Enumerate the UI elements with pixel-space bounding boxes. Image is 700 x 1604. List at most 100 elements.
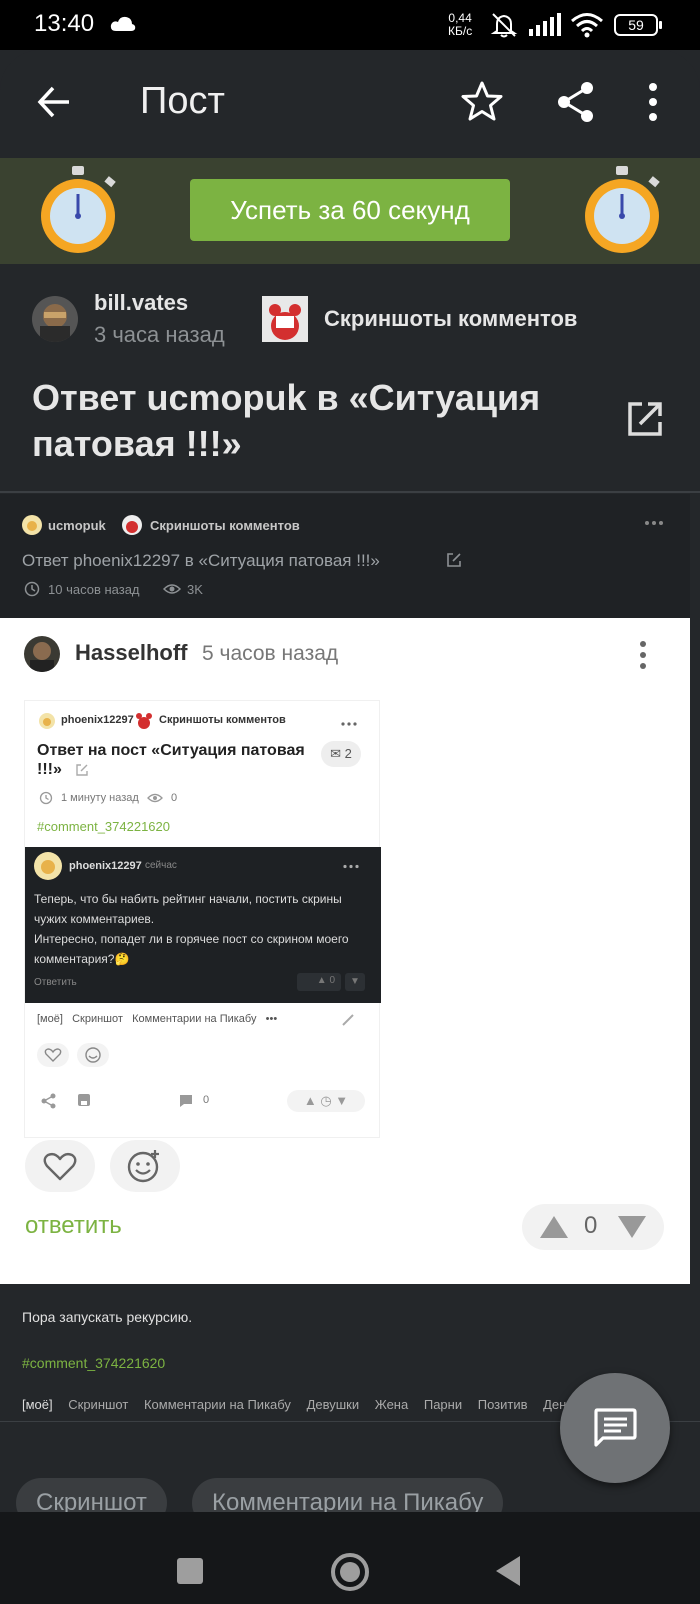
back-nav-icon[interactable] [494, 1555, 522, 1587]
shot-author-avatar [39, 713, 55, 729]
stopwatch-icon [41, 166, 116, 253]
recents-icon[interactable] [176, 1557, 204, 1585]
page-title: Пост [140, 80, 225, 122]
shot-inner-avatar [34, 852, 62, 880]
inner-author-avatar [22, 515, 42, 535]
shot-like-button [37, 1043, 69, 1067]
clock-icon [24, 581, 40, 597]
shot-inner-author: phoenix12297 [69, 860, 142, 872]
shot-inner-more-icon [343, 864, 359, 869]
shot-community-logo [136, 713, 152, 729]
cloud-icon [110, 16, 136, 31]
comment-screenshot[interactable]: phoenix12297 Скриншоты комментов Ответ н… [24, 700, 381, 1138]
inner-author: ucmopuk [48, 518, 106, 533]
promo-button[interactable]: Успеть за 60 секунд [190, 179, 510, 241]
shot-inner-time: сейчас [145, 860, 177, 871]
tag[interactable]: Парни [424, 1397, 462, 1412]
shot-dark-comment: phoenix12297 сейчас Теперь, что бы набит… [25, 847, 381, 1003]
shot-clock-icon [39, 791, 53, 805]
comment-more-icon[interactable] [638, 640, 648, 670]
shot-community: Скриншоты комментов [159, 714, 286, 726]
tag[interactable]: Комментарии на Пикабу [144, 1397, 291, 1412]
reply-link[interactable]: ответить [25, 1212, 122, 1240]
shot-save-icon [78, 1094, 90, 1106]
home-icon[interactable] [330, 1552, 370, 1592]
shot-share-icon [41, 1093, 56, 1109]
inner-external-icon [447, 553, 461, 567]
tag[interactable]: Позитив [478, 1397, 528, 1412]
tag[interactable]: Девушки [307, 1397, 360, 1412]
inner-community-logo [122, 515, 142, 535]
comment-author-avatar[interactable] [24, 636, 60, 672]
heart-icon [43, 1152, 77, 1181]
back-arrow-icon[interactable] [36, 84, 72, 120]
tag[interactable]: [моё] [22, 1397, 53, 1412]
divider [0, 491, 700, 493]
shot-comment-icon [180, 1095, 192, 1107]
post-text: Пора запускать рекурсию. [22, 1309, 193, 1325]
shot-tag: Скриншот [72, 1013, 123, 1025]
shot-hashtag: #comment_374221620 [37, 819, 170, 834]
community-logo[interactable] [262, 296, 308, 342]
shot-time: 1 минуту назад [61, 792, 139, 804]
tag[interactable]: Скриншот [68, 1397, 128, 1412]
shot-inner-text-2: Интересно, попадет ли в горячее пост со … [34, 932, 349, 966]
shot-eye-icon [147, 793, 163, 803]
post-time: 3 часа назад [94, 322, 225, 347]
eye-icon [163, 584, 181, 594]
comment-card: Hasselhoff 5 часов назад phoenix12297 Ск… [0, 618, 690, 1284]
shot-tag-more: ••• [265, 1013, 278, 1025]
status-time: 13:40 [34, 10, 95, 37]
tag[interactable]: Жена [375, 1397, 408, 1412]
more-vert-icon[interactable] [648, 82, 658, 122]
shot-emoji-icon [85, 1047, 101, 1063]
author-avatar[interactable] [32, 296, 78, 342]
post-tags: [моё] Скриншот Комментарии на Пикабу Дев… [22, 1397, 597, 1412]
app-bar: Пост [0, 50, 700, 158]
signal-icon [529, 13, 561, 36]
post-hashtag[interactable]: #comment_374221620 [22, 1355, 165, 1371]
shot-tag: Комментарии на Пикабу [132, 1013, 257, 1025]
shot-inner-vote: ▲ 0 [297, 973, 341, 991]
upvote-icon[interactable] [538, 1214, 570, 1240]
shot-comments-count: 2 [344, 746, 352, 761]
shot-tag: [моё] [37, 1013, 63, 1025]
comments-fab[interactable] [560, 1373, 670, 1483]
shot-vote-arrows-icon: ▲ ◷ ▼ [287, 1090, 365, 1112]
inner-more-icon [645, 521, 663, 525]
mute-bell-icon [490, 13, 518, 38]
system-nav-bar [0, 1512, 700, 1604]
shot-external-icon [76, 764, 88, 776]
comment-time: 5 часов назад [202, 642, 339, 665]
battery-indicator: 59 [614, 14, 662, 36]
inner-comment-card: ucmopuk Скриншоты комментов Ответ phoeni… [0, 494, 690, 618]
shot-views: 0 [171, 792, 178, 804]
community-logo-art [269, 304, 301, 340]
comment-rating: 0 [584, 1212, 598, 1239]
shot-inner-down-icon: ▼ [345, 973, 365, 991]
net-rate-unit: КБ/с [448, 24, 473, 38]
shot-inner-text: Теперь, что бы набить рейтинг начали, по… [34, 889, 374, 969]
promo-banner: Успеть за 60 секунд [0, 158, 700, 264]
shot-inner-reply: Ответить [34, 977, 77, 988]
open-external-icon[interactable] [626, 400, 664, 438]
comments-icon [594, 1408, 637, 1447]
like-button[interactable] [25, 1140, 95, 1192]
comment-author[interactable]: Hasselhoff [75, 640, 187, 666]
post-author[interactable]: bill.vates [94, 290, 188, 316]
shot-more-icon [341, 722, 357, 726]
downvote-icon[interactable] [616, 1214, 648, 1240]
reaction-button[interactable] [110, 1140, 180, 1192]
shot-comment-count: 0 [203, 1094, 210, 1106]
shot-inner-up-icon: ▲ [316, 975, 330, 986]
wifi-icon [571, 13, 603, 38]
star-icon[interactable] [460, 80, 504, 124]
share-icon[interactable] [556, 80, 596, 124]
status-bar: 13:40 0,44 КБ/с 59 [0, 0, 700, 50]
shot-author: phoenix12297 [61, 714, 134, 726]
post-community[interactable]: Скриншоты комментов [324, 306, 577, 332]
shot-inner-rating: 0 [329, 975, 335, 986]
shot-comment-bubble-icon: ✉ [330, 746, 345, 761]
shot-edit-icon [342, 1014, 354, 1026]
shot-tags: [моё] Скриншот Комментарии на Пикабу ••• [37, 1013, 277, 1025]
